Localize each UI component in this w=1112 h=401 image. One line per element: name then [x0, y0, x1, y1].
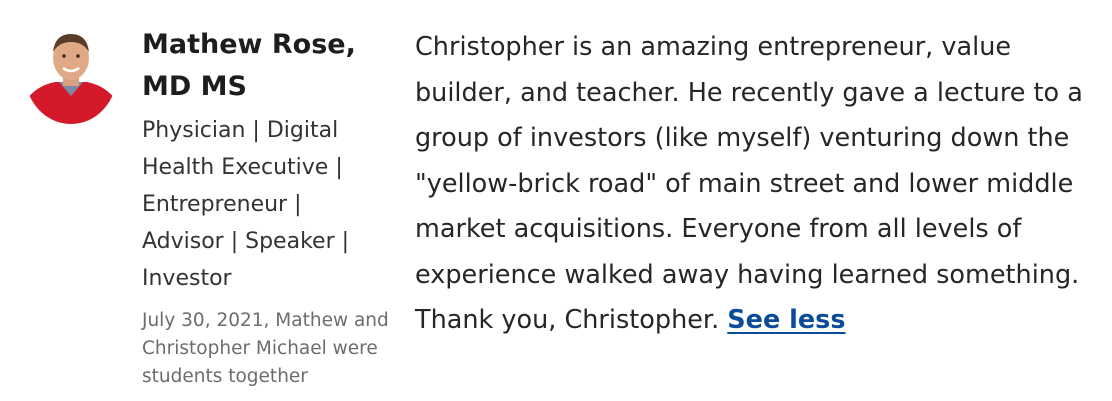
author-name[interactable]: Mathew Rose, MD MS	[142, 24, 357, 108]
author-info: Mathew Rose, MD MS Physician | Digital H…	[142, 24, 392, 391]
author-avatar[interactable]	[25, 24, 117, 124]
recommendation-card: Mathew Rose, MD MS Physician | Digital H…	[0, 0, 1112, 401]
recommendation-body: Christopher is an amazing entrepreneur, …	[415, 32, 1083, 335]
person-photo-icon	[25, 24, 117, 124]
recommendation-meta: July 30, 2021, Mathew and Christopher Mi…	[142, 310, 389, 387]
recommendation-text: Christopher is an amazing entrepreneur, …	[415, 25, 1105, 344]
see-less-link[interactable]: See less	[727, 305, 845, 335]
author-headline: Physician | Digital Health Executive | E…	[142, 118, 350, 291]
